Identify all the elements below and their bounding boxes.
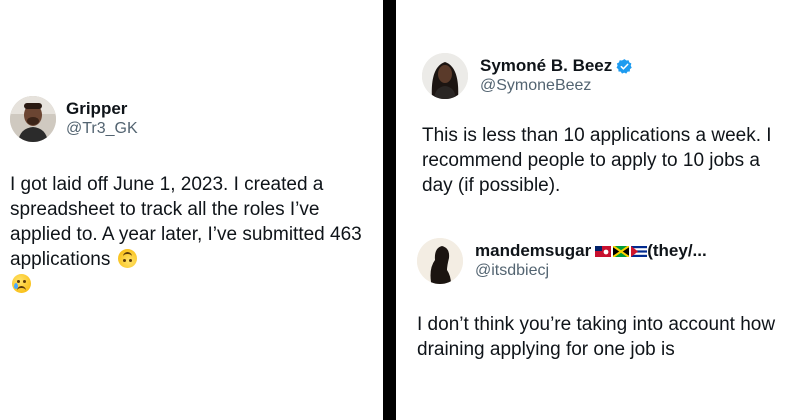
- tweet-text-content: I got laid off June 1, 2023. I created a…: [10, 174, 362, 270]
- author-names: mandemsugar (they/... @itsdbiecj: [475, 241, 707, 281]
- display-name[interactable]: Gripper: [66, 99, 138, 119]
- profile-silhouette-icon: [417, 238, 463, 284]
- user-handle[interactable]: @SymoneBeez: [480, 76, 633, 96]
- panel-divider: [383, 0, 396, 420]
- avatar[interactable]: [417, 238, 463, 284]
- jamaica-flag-icon: [613, 245, 630, 257]
- tweet-symone: Symoné B. Beez @SymoneBeez This is less …: [422, 53, 794, 198]
- flag-emojis: [595, 245, 648, 257]
- tweet-text: I don’t think you’re taking into account…: [417, 314, 776, 360]
- display-name[interactable]: Symoné B. Beez: [480, 56, 633, 76]
- bermuda-flag-icon: [595, 245, 612, 257]
- user-handle[interactable]: @itsdbiecj: [475, 261, 707, 281]
- avatar[interactable]: [10, 96, 56, 142]
- cuba-flag-icon: [631, 245, 648, 257]
- profile-photo-man-icon: [10, 96, 56, 142]
- display-name-text: mandemsugar: [475, 241, 592, 260]
- tweet-header: Symoné B. Beez @SymoneBeez: [422, 53, 794, 99]
- tweet-mandemsugar: mandemsugar (they/... @itsdbiecj I don’t…: [417, 238, 795, 362]
- display-name-text: Symoné B. Beez: [480, 56, 613, 75]
- tweet-header: mandemsugar (they/... @itsdbiecj: [417, 238, 795, 284]
- tweet-gripper: Gripper @Tr3_GK I got laid off June 1, 2…: [10, 96, 380, 297]
- crying-face-icon: [12, 274, 31, 293]
- upside-down-face-icon: [117, 249, 137, 268]
- tweet-header: Gripper @Tr3_GK: [10, 96, 380, 142]
- author-names: Symoné B. Beez @SymoneBeez: [480, 56, 633, 96]
- user-handle[interactable]: @Tr3_GK: [66, 119, 138, 139]
- display-name-suffix: (they/...: [647, 241, 707, 260]
- avatar[interactable]: [422, 53, 468, 99]
- tweet-text: I got laid off June 1, 2023. I created a…: [10, 172, 378, 297]
- author-names: Gripper @Tr3_GK: [66, 99, 138, 139]
- profile-photo-woman-icon: [422, 53, 468, 99]
- tweet-text: This is less than 10 applications a week…: [422, 125, 772, 196]
- verified-badge-icon: [616, 58, 632, 74]
- display-name[interactable]: mandemsugar (they/...: [475, 241, 707, 261]
